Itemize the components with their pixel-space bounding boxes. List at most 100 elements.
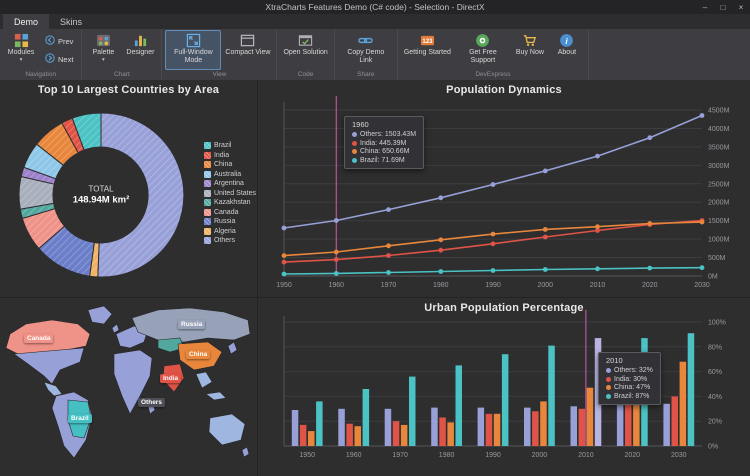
- legend-item-australia[interactable]: Australia: [203, 170, 256, 178]
- compact-view-button[interactable]: Compact View: [222, 30, 273, 70]
- legend-item-argentina[interactable]: Argentina: [203, 180, 256, 187]
- map-label-canada[interactable]: Canada: [24, 334, 54, 343]
- bar-china-1980[interactable]: [447, 422, 454, 446]
- map-label-india[interactable]: India: [160, 374, 182, 383]
- tab-skins[interactable]: Skins: [49, 14, 93, 29]
- data-point-india[interactable]: [333, 257, 339, 262]
- series-line-india[interactable]: [283, 219, 703, 263]
- bar-india-2030[interactable]: [671, 396, 679, 446]
- data-point-others[interactable]: [542, 168, 548, 174]
- map-label-china[interactable]: China: [186, 350, 211, 359]
- modules-button[interactable]: Modules ▾: [3, 30, 39, 70]
- bar-others-1980[interactable]: [431, 407, 438, 446]
- tab-demo[interactable]: Demo: [3, 14, 50, 29]
- bar-chart[interactable]: 0% 20% 40% 60% 80% 100% 1950 1960 1970 1980 1990 20…: [258, 298, 750, 476]
- bar-others-2030[interactable]: [663, 403, 670, 446]
- bar-others-1960[interactable]: [338, 408, 345, 446]
- data-point-others[interactable]: [386, 207, 391, 212]
- bar-brazil-1970[interactable]: [409, 376, 416, 446]
- bar-others-2010[interactable]: [570, 406, 578, 446]
- legend-item-canada[interactable]: Canada: [203, 208, 256, 216]
- data-point-brazil[interactable]: [490, 268, 496, 273]
- designer-button[interactable]: Designer: [122, 30, 158, 70]
- bar-india-2020[interactable]: [625, 402, 632, 446]
- bar-brazil-2030[interactable]: [687, 333, 695, 446]
- bar-india-1960[interactable]: [346, 423, 353, 446]
- data-point-brazil[interactable]: [647, 265, 653, 271]
- bar-india-1980[interactable]: [439, 417, 446, 447]
- data-point-india[interactable]: [438, 247, 444, 253]
- data-point-china[interactable]: [333, 249, 339, 255]
- data-point-others[interactable]: [699, 113, 705, 118]
- prev-button[interactable]: Prev: [42, 34, 76, 48]
- bar-india-1970[interactable]: [392, 421, 400, 446]
- bar-india-1990[interactable]: [485, 413, 493, 446]
- data-point-others[interactable]: [333, 218, 339, 223]
- open-solution-button[interactable]: Open Solution: [280, 30, 330, 70]
- data-point-china[interactable]: [438, 237, 444, 243]
- about-button[interactable]: i About: [549, 30, 585, 70]
- bar-others-1990[interactable]: [477, 407, 485, 446]
- bar-china-2000[interactable]: [540, 401, 547, 446]
- bar-brazil-1980[interactable]: [455, 365, 463, 446]
- legend-item-china[interactable]: China: [203, 161, 256, 168]
- data-point-brazil[interactable]: [281, 271, 287, 277]
- data-point-india[interactable]: [542, 234, 548, 240]
- donut-slice-others[interactable]: [97, 112, 185, 278]
- bar-brazil-1960[interactable]: [362, 389, 370, 446]
- data-point-brazil[interactable]: [438, 269, 444, 274]
- getting-started-button[interactable]: 123 Getting Started: [401, 30, 454, 70]
- legend-item-others[interactable]: Others: [203, 237, 256, 244]
- data-point-china[interactable]: [595, 224, 600, 230]
- bar-others-2020[interactable]: [616, 405, 624, 446]
- data-point-china[interactable]: [281, 253, 287, 258]
- data-point-china[interactable]: [647, 221, 653, 226]
- data-point-china[interactable]: [386, 243, 391, 249]
- data-point-others[interactable]: [281, 225, 287, 231]
- bar-china-1950[interactable]: [308, 431, 315, 446]
- legend-item-russia[interactable]: Russia: [203, 218, 256, 225]
- map-label-brazil[interactable]: Brazil: [68, 414, 92, 423]
- bar-others-1950[interactable]: [291, 410, 299, 446]
- legend-item-india[interactable]: India: [203, 151, 256, 159]
- legend-item-brazil[interactable]: Brazil: [203, 142, 256, 149]
- close-button[interactable]: ×: [732, 0, 750, 14]
- data-point-others[interactable]: [438, 195, 444, 201]
- map-label-others[interactable]: Others: [138, 398, 165, 407]
- legend-item-algeria[interactable]: Algeria: [203, 227, 256, 235]
- data-point-india[interactable]: [490, 241, 496, 247]
- bar-china-2030[interactable]: [679, 361, 687, 446]
- maximize-button[interactable]: □: [714, 0, 732, 14]
- data-point-others[interactable]: [595, 153, 600, 159]
- data-point-brazil[interactable]: [333, 271, 339, 276]
- bar-brazil-1950[interactable]: [316, 401, 323, 446]
- data-point-india[interactable]: [281, 259, 287, 265]
- bar-india-2010[interactable]: [578, 408, 586, 446]
- bar-china-1960[interactable]: [354, 426, 362, 446]
- bar-brazil-2000[interactable]: [548, 345, 555, 446]
- bar-others-2000[interactable]: [524, 407, 531, 446]
- next-button[interactable]: Next: [42, 52, 76, 66]
- data-point-brazil[interactable]: [595, 266, 600, 272]
- bar-others-1970[interactable]: [384, 408, 392, 446]
- data-point-brazil[interactable]: [386, 270, 391, 275]
- legend-item-united-states[interactable]: United States: [203, 189, 256, 197]
- line-chart[interactable]: 0M 500M 1000M 1500M 2000M 2500M 3000M 3500M 4000…: [258, 80, 750, 297]
- bar-india-1950[interactable]: [299, 424, 307, 446]
- bar-china-2010[interactable]: [586, 387, 594, 446]
- bar-china-1970[interactable]: [400, 424, 408, 446]
- buy-now-button[interactable]: Buy Now: [512, 30, 548, 70]
- legend-item-kazakhstan[interactable]: Kazakhstan: [203, 199, 256, 206]
- get-free-support-button[interactable]: Get Free Support: [455, 30, 511, 70]
- world-map[interactable]: [0, 298, 257, 476]
- data-point-china[interactable]: [490, 231, 496, 237]
- palette-button[interactable]: Palette ▾: [85, 30, 121, 70]
- data-point-china[interactable]: [542, 227, 548, 232]
- data-point-india[interactable]: [386, 253, 391, 258]
- data-point-brazil[interactable]: [542, 267, 548, 272]
- data-point-others[interactable]: [647, 135, 653, 141]
- data-point-others[interactable]: [490, 182, 496, 187]
- bar-china-1990[interactable]: [493, 413, 501, 446]
- bar-india-2000[interactable]: [532, 411, 539, 446]
- copy-demo-link-button[interactable]: Copy Demo Link: [338, 30, 394, 70]
